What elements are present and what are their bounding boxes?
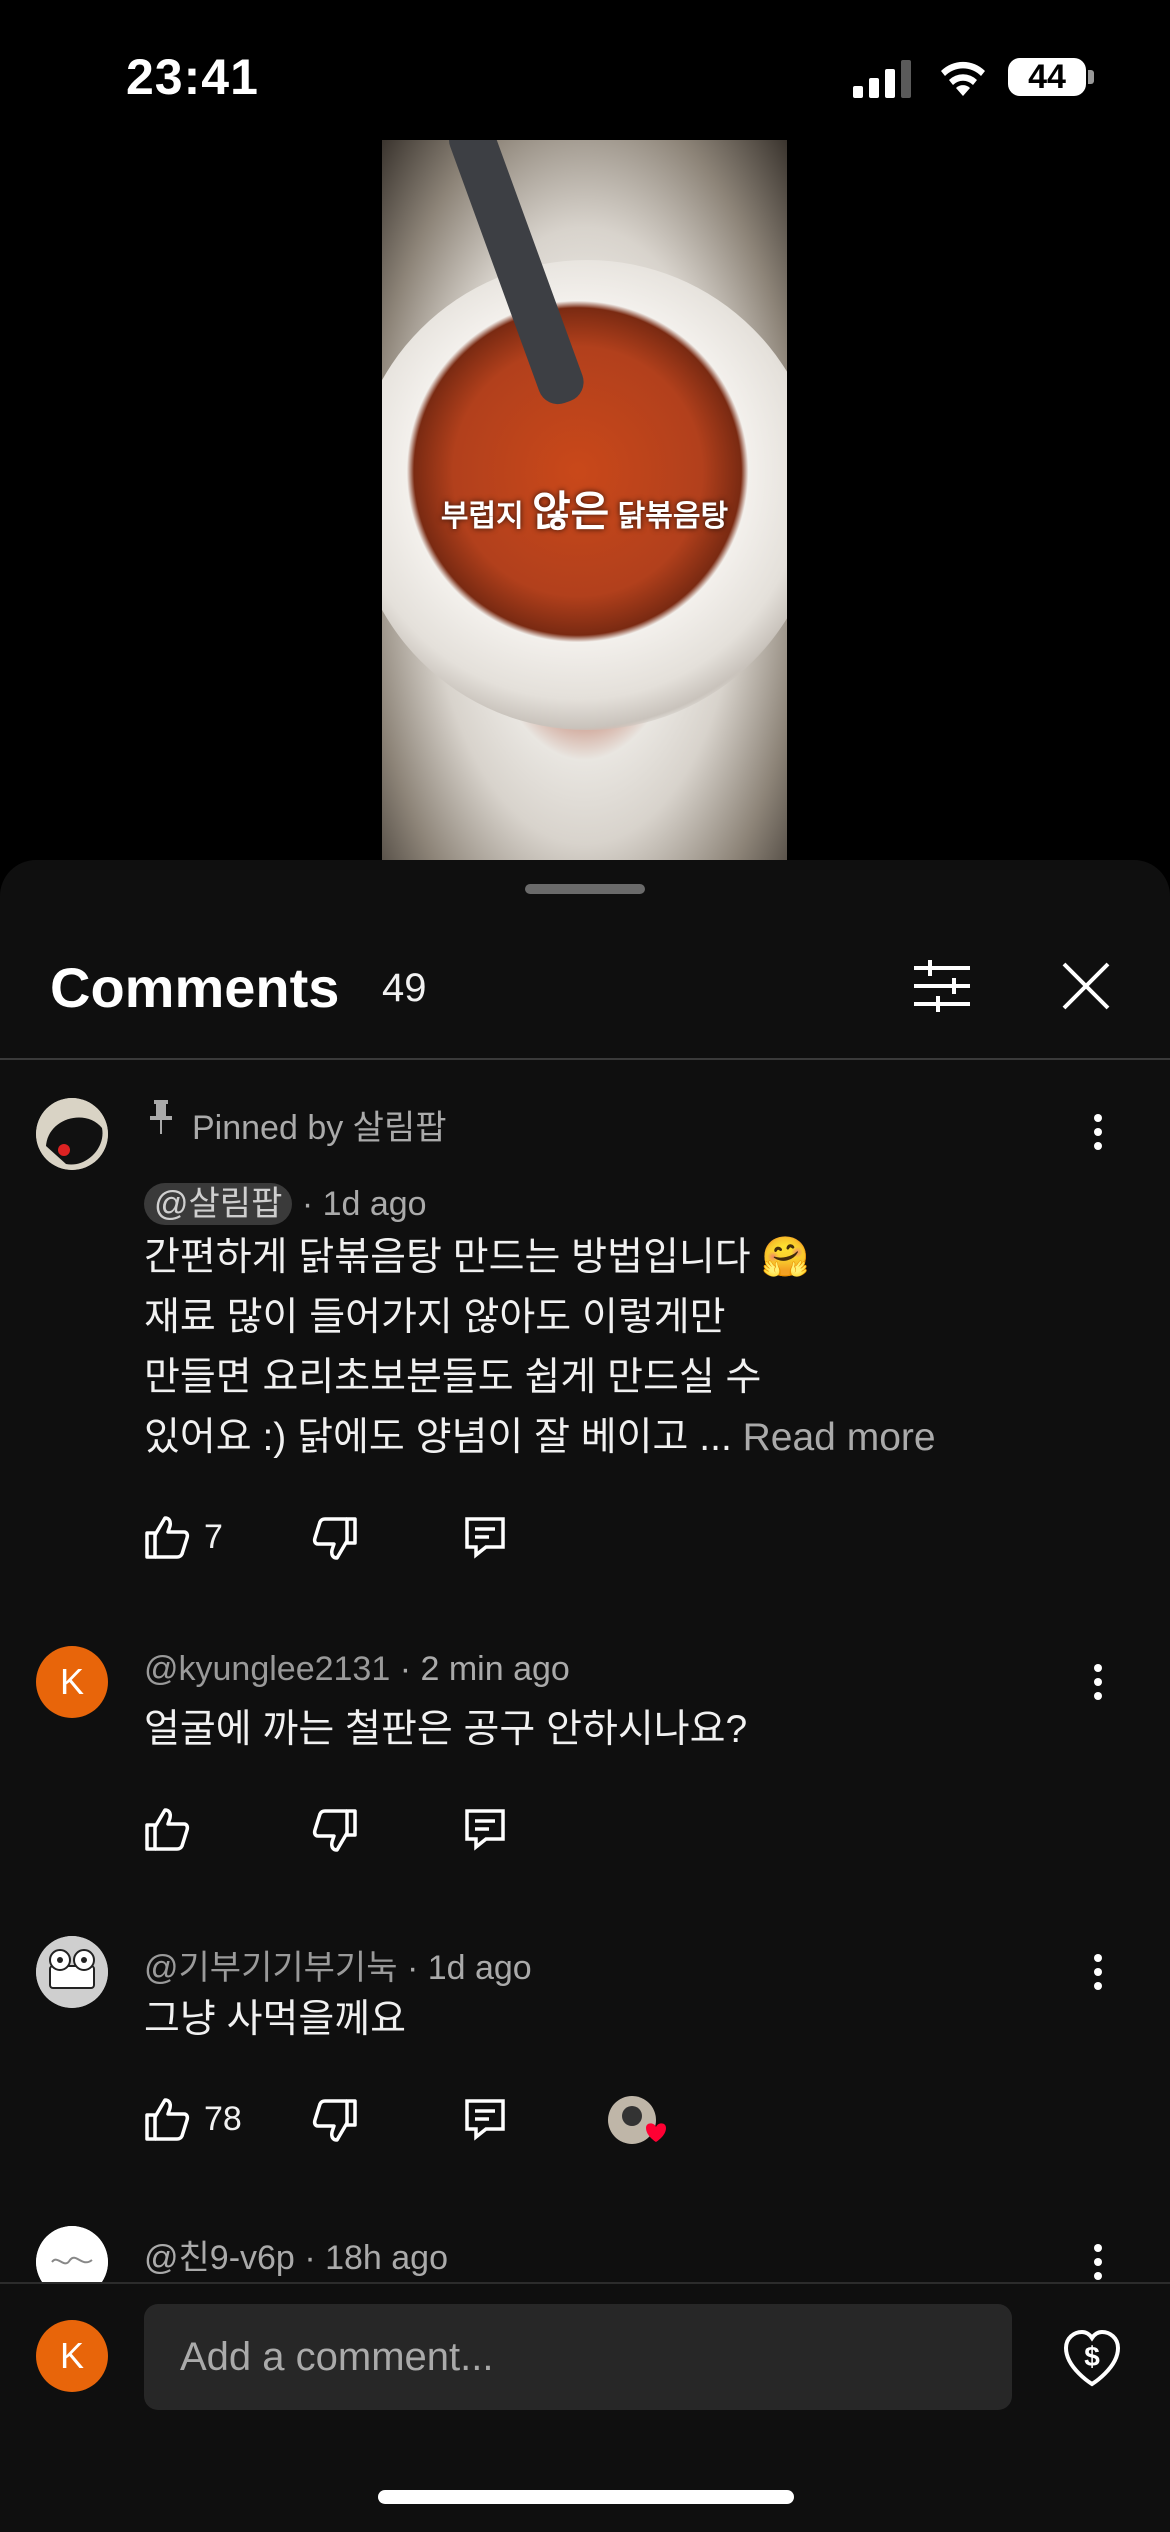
comment-line: 만들면 요리초보분들도 쉽게 만드실 수 [144, 1356, 762, 1399]
comment-meta: @kyunglee2131 · 2 min ago [144, 1650, 570, 1689]
comment-author[interactable]: @살림팝 [144, 1183, 293, 1225]
reply-icon[interactable] [462, 2096, 508, 2142]
comment-time: · 18h ago [304, 2239, 448, 2277]
avatar[interactable]: K [36, 1646, 108, 1718]
svg-text:$: $ [1084, 2341, 1100, 2372]
comment-line: 재료 많이 들어가지 않아도 이렇게만 [144, 1296, 726, 1339]
more-options-icon[interactable] [1088, 1662, 1108, 1702]
video-player[interactable]: 부럽지 않은 닭볶음탕 [382, 140, 787, 860]
comment-text: 그냥 사먹을께요 [144, 1998, 406, 2041]
comment-text: 간편하게 닭볶음탕 만드는 방법입니다 🤗 재료 많이 들어가지 않아도 이렇게… [144, 1228, 936, 1468]
avatar[interactable] [36, 1098, 108, 1170]
reply-icon[interactable] [462, 1514, 508, 1560]
comment-line: 있어요 :) 닭에도 양념이 잘 베이고 ... Read more [144, 1408, 936, 1468]
home-indicator[interactable] [378, 2490, 794, 2504]
video-caption-emphasis: 않은 [532, 488, 610, 535]
avatar-image [36, 1936, 108, 2008]
video-caption-pre: 부럽지 [440, 500, 533, 533]
comment-time: · 2 min ago [399, 1650, 570, 1688]
dislike-icon[interactable] [312, 1516, 358, 1562]
comment-line: 간편하게 닭볶음탕 만드는 방법입니다 🤗 [144, 1236, 810, 1279]
add-comment-input[interactable] [144, 2304, 1012, 2410]
video-caption-post: 닭볶음탕 [609, 500, 729, 533]
close-icon[interactable] [1058, 958, 1114, 1014]
battery-tip [1088, 70, 1094, 84]
filter-icon[interactable] [910, 954, 974, 1018]
like-count: 7 [204, 1518, 223, 1556]
comment-meta: @친9-v6p · 18h ago [144, 2230, 448, 2279]
comment-time: · 1d ago [301, 1185, 427, 1223]
like-icon[interactable] [144, 1806, 190, 1852]
reply-icon[interactable] [462, 1806, 508, 1852]
read-more-link[interactable]: Read more [743, 1416, 936, 1459]
more-options-icon[interactable] [1088, 2242, 1108, 2282]
comment-meta: @살림팝 · 1d ago [144, 1176, 427, 1225]
pinned-label: Pinned by 살림팝 [192, 1109, 447, 1147]
dislike-icon[interactable] [312, 2098, 358, 2144]
like-count: 78 [204, 2100, 242, 2138]
comment-author[interactable]: @친9-v6p [144, 2239, 295, 2277]
comment-author[interactable]: @kyunglee2131 [144, 1650, 390, 1689]
cellular-signal-icon [853, 60, 911, 98]
like-icon[interactable] [144, 1514, 190, 1560]
more-options-icon[interactable] [1088, 1112, 1108, 1152]
super-thanks-icon[interactable]: $ [1060, 2326, 1124, 2390]
comment-author[interactable]: @기부기기부기눅 [144, 1940, 397, 1989]
like-icon[interactable] [144, 2096, 190, 2142]
avatar[interactable] [36, 1936, 108, 2008]
comment-text: 얼굴에 까는 철판은 공구 안하시나요? [144, 1708, 748, 1751]
battery-icon: 44 [1008, 58, 1086, 96]
comment-meta: @기부기기부기눅 · 1d ago [144, 1940, 532, 1989]
user-avatar: K [36, 2320, 108, 2392]
status-time: 23:41 [126, 49, 259, 105]
header-divider [0, 1058, 1170, 1060]
comments-count: 49 [382, 966, 427, 1010]
comments-title: Comments [50, 956, 340, 1019]
comment-time: · 1d ago [406, 1949, 532, 1987]
avatar-image [36, 1098, 108, 1170]
drag-handle[interactable] [525, 884, 645, 894]
dislike-icon[interactable] [312, 1808, 358, 1854]
comment-line-text: 있어요 :) 닭에도 양념이 잘 베이고 ... [144, 1416, 732, 1459]
creator-heart-icon [608, 2096, 666, 2144]
wifi-icon [941, 61, 985, 96]
more-options-icon[interactable] [1088, 1952, 1108, 1992]
video-caption: 부럽지 않은 닭볶음탕 [382, 478, 787, 539]
pin-icon [150, 1100, 172, 1134]
